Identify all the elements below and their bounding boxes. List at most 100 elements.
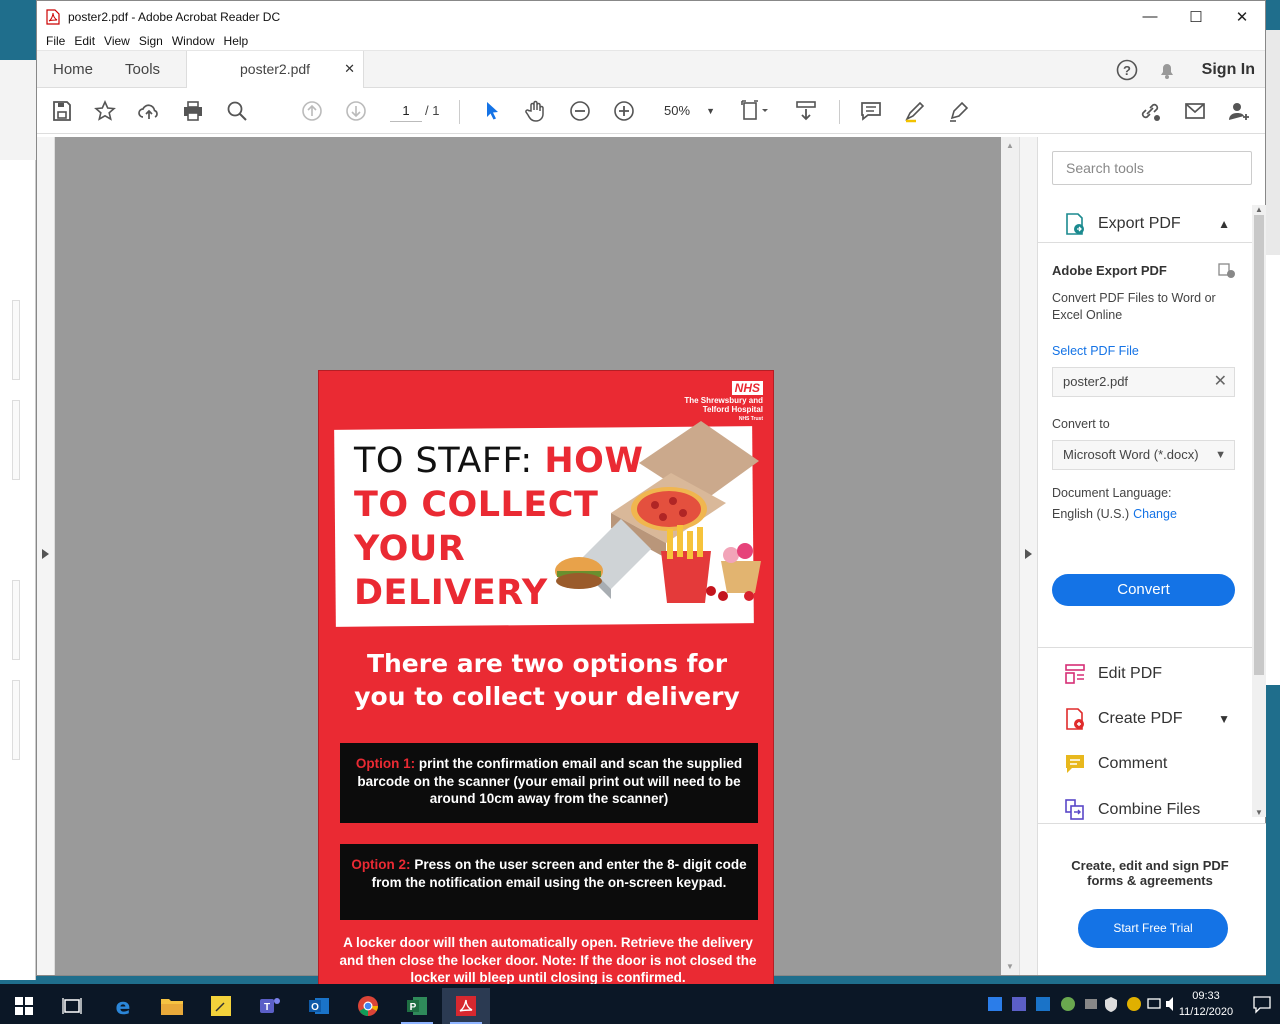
highlight-pen-icon[interactable] bbox=[902, 98, 928, 124]
project-app-icon[interactable]: P bbox=[393, 988, 441, 1024]
headline-black-part: TO STAFF: bbox=[354, 441, 545, 481]
file-explorer-icon[interactable] bbox=[148, 988, 196, 1024]
option-2-label: Option 2: bbox=[351, 857, 411, 872]
tools-pane-scrollbar[interactable]: ▲ ▼ bbox=[1252, 205, 1266, 817]
option-1-box: Option 1: print the confirmation email a… bbox=[340, 743, 758, 823]
zoom-level-select[interactable]: 50% ▼ bbox=[657, 100, 717, 122]
export-pdf-header[interactable]: Export PDF ▲ bbox=[1038, 205, 1252, 243]
tray-icons[interactable] bbox=[986, 994, 1176, 1014]
svg-text:?: ? bbox=[1123, 63, 1131, 78]
print-icon[interactable] bbox=[180, 98, 206, 124]
menu-window[interactable]: Window bbox=[172, 34, 215, 48]
document-language-label: Document Language: bbox=[1052, 486, 1172, 500]
previous-page-icon[interactable] bbox=[299, 98, 325, 124]
tool-combine-files[interactable]: Combine Files bbox=[1038, 795, 1252, 825]
help-icon[interactable]: ? bbox=[1116, 59, 1138, 81]
background-window-toolbar bbox=[0, 60, 36, 160]
teams-icon[interactable]: T bbox=[246, 988, 294, 1024]
page-number-input[interactable]: 1 bbox=[390, 100, 422, 122]
bookmark-star-icon[interactable] bbox=[92, 98, 118, 124]
svg-text:e: e bbox=[116, 995, 131, 1018]
start-free-trial-button[interactable]: Start Free Trial bbox=[1078, 909, 1228, 948]
menu-help[interactable]: Help bbox=[224, 34, 249, 48]
task-view-icon[interactable] bbox=[48, 988, 96, 1024]
create-pdf-icon bbox=[1062, 706, 1088, 732]
tab-tools[interactable]: Tools bbox=[109, 51, 176, 88]
share-link-icon[interactable] bbox=[1137, 98, 1163, 124]
menu-view[interactable]: View bbox=[104, 34, 130, 48]
scroll-down-icon[interactable]: ▼ bbox=[1006, 962, 1014, 971]
zoom-out-icon[interactable] bbox=[567, 98, 593, 124]
scroll-up-icon[interactable]: ▲ bbox=[1006, 141, 1014, 150]
convert-to-value: Microsoft Word (*.docx) bbox=[1063, 447, 1199, 462]
comment-tool-icon bbox=[1062, 751, 1088, 777]
select-pdf-file-link[interactable]: Select PDF File bbox=[1052, 344, 1139, 358]
close-tab-icon[interactable]: ✕ bbox=[344, 61, 355, 77]
acrobat-window: poster2.pdf - Adobe Acrobat Reader DC — … bbox=[36, 0, 1266, 1015]
document-scrollbar[interactable]: ▲ ▼ bbox=[1001, 137, 1019, 975]
pdf-page-poster: NHS The Shrewsbury and Telford Hospital … bbox=[318, 370, 774, 1015]
hand-tool-icon[interactable] bbox=[523, 98, 549, 124]
edit-pdf-label: Edit PDF bbox=[1098, 665, 1163, 682]
save-icon[interactable] bbox=[49, 98, 75, 124]
chevron-down-icon: ▼ bbox=[1218, 712, 1230, 726]
sign-pen-icon[interactable] bbox=[946, 98, 972, 124]
add-user-icon[interactable] bbox=[1226, 98, 1252, 124]
email-icon[interactable] bbox=[1182, 98, 1208, 124]
menu-bar: File Edit View Sign Window Help bbox=[37, 32, 1265, 51]
taskbar-clock[interactable]: 09:33 11/12/2020 bbox=[1176, 988, 1236, 1020]
maximize-button[interactable]: ☐ bbox=[1173, 1, 1219, 32]
left-panel-toggle[interactable] bbox=[37, 137, 55, 975]
svg-text:T: T bbox=[264, 1002, 270, 1013]
acrobat-taskbar-icon[interactable] bbox=[442, 988, 490, 1024]
create-pdf-label: Create PDF bbox=[1098, 710, 1183, 727]
chrome-icon[interactable] bbox=[344, 988, 392, 1024]
scroll-up-icon[interactable]: ▲ bbox=[1255, 205, 1263, 214]
search-zoom-icon[interactable] bbox=[224, 98, 250, 124]
menu-edit[interactable]: Edit bbox=[74, 34, 95, 48]
edge-browser-icon[interactable]: e bbox=[99, 988, 147, 1024]
tool-create-pdf[interactable]: Create PDF ▼ bbox=[1038, 704, 1252, 734]
export-pdf-icon bbox=[1062, 211, 1088, 237]
document-view[interactable]: NHS The Shrewsbury and Telford Hospital … bbox=[55, 137, 1001, 1015]
close-button[interactable]: ✕ bbox=[1219, 1, 1265, 32]
scrolling-mode-icon[interactable] bbox=[793, 98, 819, 124]
action-center-icon[interactable] bbox=[1244, 994, 1280, 1014]
window-title: poster2.pdf - Adobe Acrobat Reader DC bbox=[68, 9, 281, 24]
tool-comment[interactable]: Comment bbox=[1038, 749, 1252, 779]
tab-document[interactable]: poster2.pdf ✕ bbox=[186, 50, 365, 88]
zoom-in-icon[interactable] bbox=[611, 98, 637, 124]
scroll-thumb[interactable] bbox=[1254, 215, 1264, 675]
tab-home[interactable]: Home bbox=[37, 51, 109, 88]
background-panel bbox=[12, 400, 20, 480]
chevron-down-icon: ▼ bbox=[706, 106, 715, 116]
change-language-link[interactable]: Change bbox=[1133, 507, 1177, 521]
tab-document-label: poster2.pdf bbox=[240, 61, 311, 77]
right-panel-toggle[interactable] bbox=[1019, 137, 1037, 975]
notification-bell-icon[interactable] bbox=[1156, 59, 1178, 81]
minimize-button[interactable]: — bbox=[1127, 1, 1173, 32]
menu-file[interactable]: File bbox=[46, 34, 65, 48]
page-fit-icon[interactable] bbox=[737, 98, 773, 124]
toolbar-divider bbox=[459, 100, 460, 124]
convert-to-select[interactable]: Microsoft Word (*.docx) ▼ bbox=[1052, 440, 1235, 470]
sign-in-link[interactable]: Sign In bbox=[1202, 61, 1255, 79]
upload-cloud-icon[interactable] bbox=[136, 98, 162, 124]
selected-file-field[interactable]: poster2.pdf ✕ bbox=[1052, 367, 1235, 397]
select-cursor-icon[interactable] bbox=[479, 98, 505, 124]
next-page-icon[interactable] bbox=[343, 98, 369, 124]
outlook-icon[interactable]: O bbox=[295, 988, 343, 1024]
convert-button[interactable]: Convert bbox=[1052, 574, 1235, 606]
search-tools-input[interactable]: Search tools bbox=[1052, 151, 1252, 185]
menu-sign[interactable]: Sign bbox=[139, 34, 163, 48]
nhs-logo: NHS bbox=[731, 381, 763, 395]
remove-file-icon[interactable]: ✕ bbox=[1214, 368, 1227, 396]
toolbar-divider bbox=[839, 100, 840, 124]
scroll-down-icon[interactable]: ▼ bbox=[1255, 808, 1263, 817]
tab-bar: Home Tools poster2.pdf ✕ ? Sign In bbox=[37, 50, 1265, 88]
windows-start-icon[interactable] bbox=[0, 988, 48, 1024]
sticky-notes-icon[interactable] bbox=[197, 988, 245, 1024]
export-options-icon[interactable] bbox=[1218, 263, 1236, 279]
comment-icon[interactable] bbox=[858, 98, 884, 124]
tool-edit-pdf[interactable]: Edit PDF bbox=[1038, 659, 1252, 689]
